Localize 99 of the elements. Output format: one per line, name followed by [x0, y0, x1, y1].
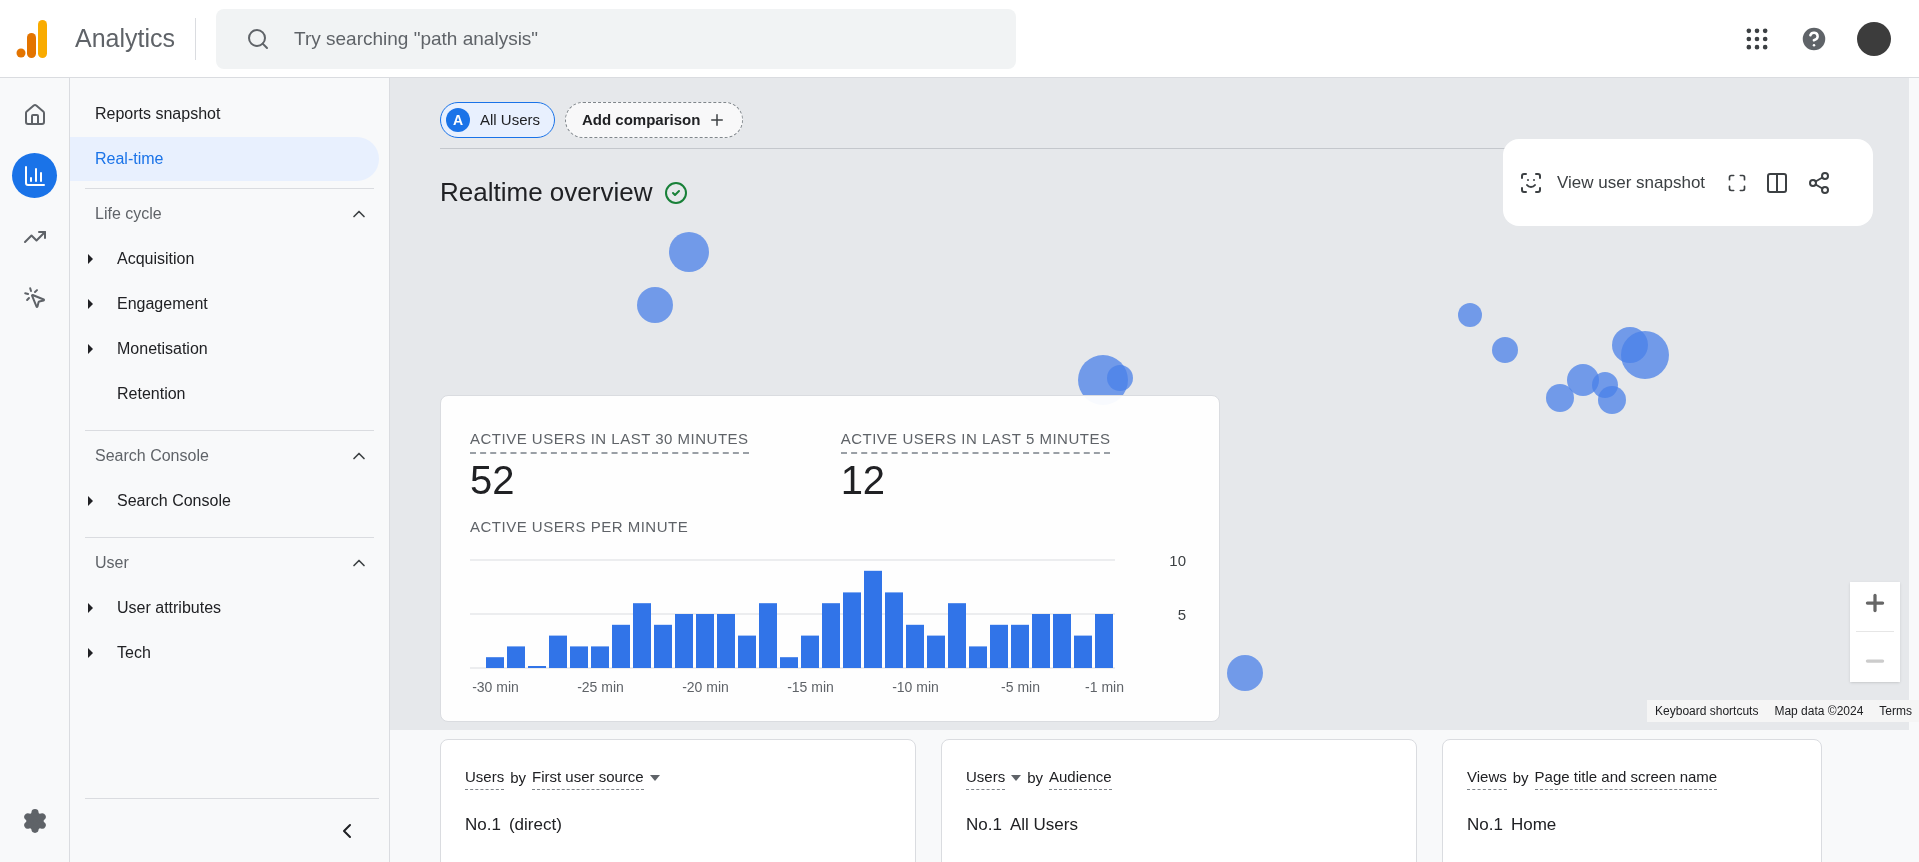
nav-item[interactable]: Engagement [117, 291, 208, 316]
chart-bar [1095, 614, 1113, 668]
user-scan-icon [1519, 170, 1543, 195]
nav-item[interactable]: Acquisition [117, 246, 195, 271]
title-text: by [1512, 767, 1529, 788]
top-item: (direct) [508, 813, 562, 836]
map-attribution[interactable]: Keyboard shortcuts [1647, 700, 1767, 722]
nav-item[interactable]: Monetisation [117, 336, 208, 361]
segment-badge: A [446, 108, 470, 132]
chart-bar [990, 624, 1008, 668]
top-item: All Users [1009, 813, 1078, 836]
metric-selector[interactable]: Users [966, 766, 1006, 790]
nav-item[interactable]: Search Console [117, 488, 231, 513]
home-icon [22, 102, 47, 127]
view-user-snapshot-button[interactable]: View user snapshot [1515, 169, 1710, 196]
chart-bar [486, 657, 504, 668]
chart-bar [1053, 614, 1071, 668]
axis-label: -25 min [577, 679, 624, 695]
chart-bar [738, 635, 756, 668]
avatar[interactable] [1857, 21, 1891, 56]
share-icon[interactable] [1807, 170, 1832, 195]
compare-columns-icon[interactable] [1765, 170, 1790, 195]
chart-bar [717, 614, 735, 668]
check-circle-icon [664, 180, 689, 205]
axis-label: -1 min [1085, 679, 1124, 695]
stat-value: 12 [840, 456, 887, 504]
dropdown-caret-icon[interactable] [649, 774, 660, 781]
axis-label: 5 [1177, 606, 1186, 623]
section-title: Life cycle [95, 204, 162, 224]
chart-bar [696, 614, 714, 668]
expand-caret-icon [87, 298, 94, 309]
chart-bar [612, 624, 630, 668]
chart-title: ACTIVE USERS PER MINUTE [470, 516, 690, 537]
chart-bar [591, 646, 609, 668]
metric-selector[interactable]: Views [1467, 766, 1507, 790]
expand-caret-icon [87, 602, 94, 613]
chart-bar [822, 603, 840, 668]
chart-bar [801, 635, 819, 668]
chart-bar [906, 624, 924, 668]
expand-caret-icon [87, 343, 94, 354]
chart-bar [675, 614, 693, 668]
bar-logo-icon[interactable] [16, 19, 48, 58]
title-text: by [1027, 767, 1043, 788]
chart-bar [780, 657, 798, 668]
fullscreen-icon[interactable] [1727, 172, 1748, 193]
metric-selector[interactable]: Users [465, 766, 505, 790]
expand-caret-icon [87, 253, 94, 264]
segment-chip[interactable]: A All Users [440, 102, 555, 138]
stat-label[interactable]: ACTIVE USERS IN LAST 5 MINUTES [840, 428, 1111, 454]
add-comparison-button[interactable]: Add comparison [565, 102, 744, 138]
dimension-selector[interactable]: First user source [532, 766, 644, 790]
nav-item[interactable]: Reports snapshot [70, 92, 379, 136]
chart-bar [969, 646, 987, 668]
chart-bar [927, 635, 945, 668]
bar-chart-icon [22, 163, 47, 188]
axis-label: 10 [1169, 552, 1186, 569]
nav-item[interactable]: Tech [117, 640, 151, 665]
axis-label: -10 min [892, 679, 939, 695]
stat-label[interactable]: ACTIVE USERS IN LAST 30 MINUTES [470, 428, 749, 454]
search-field[interactable]: Try searching "path analysis" [216, 8, 1017, 69]
chart-bar [654, 624, 672, 668]
rank-label: No.1 [966, 813, 1002, 836]
page-title: Realtime overview [440, 176, 653, 209]
chart-bar [1074, 635, 1092, 668]
section-title: Search Console [95, 446, 209, 466]
chart-bar [759, 603, 777, 668]
chart-bar [570, 646, 588, 668]
expand-caret-icon [87, 495, 94, 506]
settings-icon[interactable] [21, 808, 48, 834]
rank-label: No.1 [465, 813, 501, 836]
title-text: by [510, 767, 526, 788]
chart-bar [1032, 614, 1050, 668]
nav-item[interactable]: Retention [117, 381, 186, 406]
chart-bar [507, 646, 525, 668]
dimension-selector[interactable]: Audience [1049, 766, 1112, 790]
top-item: Home [1510, 813, 1557, 836]
app-title: Analytics [75, 22, 176, 54]
axis-label: -30 min [472, 679, 519, 695]
rank-label: No.1 [1467, 813, 1503, 836]
nav-item[interactable]: User attributes [117, 595, 222, 620]
chart-bar [1011, 624, 1029, 668]
nav-item[interactable]: Real-time [70, 137, 379, 181]
dimension-selector[interactable]: Page title and screen name [1534, 766, 1718, 790]
map-attribution: Map data ©2024 [1766, 700, 1872, 722]
axis-label: -20 min [682, 679, 729, 695]
search-icon [246, 26, 271, 51]
section-title: User [95, 553, 129, 573]
expand-caret-icon [87, 647, 94, 658]
chart-bar [549, 635, 567, 668]
segment-label: All Users [480, 109, 540, 130]
chart-bar [948, 603, 966, 668]
axis-label: -15 min [787, 679, 834, 695]
axis-label: -5 min [1001, 679, 1040, 695]
chart-bar [633, 603, 651, 668]
cursor-click-icon [22, 285, 47, 310]
map-attribution[interactable]: Terms [1871, 700, 1919, 722]
rail-button[interactable] [12, 153, 57, 198]
dropdown-caret-icon[interactable] [1011, 774, 1022, 781]
stat-value: 52 [470, 456, 516, 504]
